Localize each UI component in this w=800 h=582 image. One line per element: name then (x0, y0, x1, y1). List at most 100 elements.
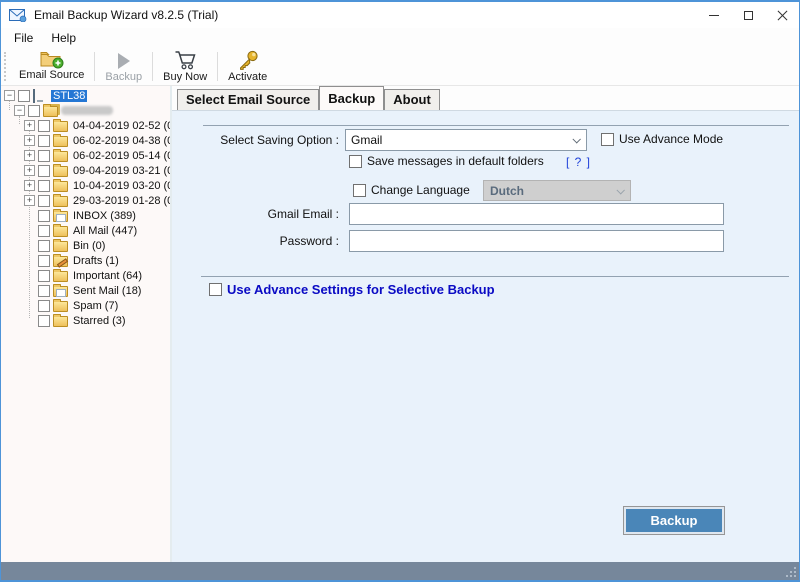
tree-checkbox[interactable] (18, 90, 30, 102)
key-icon (237, 50, 259, 70)
tree-checkbox[interactable] (38, 150, 50, 162)
expand-icon[interactable] (24, 120, 35, 131)
backup-button[interactable]: Backup (626, 509, 722, 532)
tree-item-label: 04-04-2019 02-52 (0) (71, 120, 172, 132)
tree-item-label: Important (64) (71, 270, 144, 282)
tree-item-label: 06-02-2019 04-38 (0) (71, 135, 172, 147)
tree-checkbox[interactable] (38, 165, 50, 177)
menu-file[interactable]: File (5, 29, 42, 47)
maximize-button[interactable] (731, 2, 765, 28)
folder-icon (53, 241, 68, 252)
tree-item-root[interactable]: STL38 (1, 88, 170, 103)
tab-about[interactable]: About (384, 89, 440, 110)
folder-icon (53, 316, 68, 327)
gmail-email-field[interactable] (349, 203, 724, 225)
tree-checkbox[interactable] (38, 210, 50, 222)
expand-icon[interactable] (24, 195, 35, 206)
expand-icon[interactable] (24, 180, 35, 191)
activate-button[interactable]: Activate (220, 48, 275, 85)
tree-item-date-folder[interactable]: 29-03-2019 01-28 (0) (1, 193, 170, 208)
folder-icon (53, 271, 68, 282)
content-area: Select Email Source Backup About Select … (172, 86, 799, 562)
tree-item-important[interactable]: Important (64) (1, 268, 170, 283)
save-messages-checkbox[interactable]: Save messages in default folders (349, 154, 544, 168)
language-select[interactable]: Dutch (483, 180, 631, 201)
tree-checkbox[interactable] (38, 195, 50, 207)
checkbox-box[interactable] (349, 155, 362, 168)
tree-checkbox[interactable] (38, 180, 50, 192)
maximize-icon (744, 11, 753, 20)
tree-checkbox[interactable] (28, 105, 40, 117)
tree-checkbox[interactable] (38, 315, 50, 327)
change-language-checkbox[interactable]: Change Language (353, 183, 470, 197)
tab-backup[interactable]: Backup (319, 86, 384, 110)
tree-checkbox[interactable] (38, 285, 50, 297)
checkbox-box[interactable] (353, 184, 366, 197)
resize-grip[interactable] (786, 567, 796, 577)
help-link[interactable]: [ ? ] (566, 155, 591, 169)
tree-item-inbox[interactable]: INBOX (389) (1, 208, 170, 223)
backup-toolbar-button[interactable]: Backup (97, 48, 150, 85)
tree-item-all-mail[interactable]: All Mail (447) (1, 223, 170, 238)
tree-item-date-folder[interactable]: 06-02-2019 04-38 (0) (1, 133, 170, 148)
buy-now-label: Buy Now (163, 71, 207, 83)
shopping-cart-icon (174, 50, 197, 70)
tree-item-drafts[interactable]: Drafts (1) (1, 253, 170, 268)
tree-checkbox[interactable] (38, 255, 50, 267)
folder-tree: STL38 04-04-2019 02-52 (0) 06-02-2019 04… (1, 86, 172, 562)
minimize-button[interactable] (697, 2, 731, 28)
tree-item-date-folder[interactable]: 10-04-2019 03-20 (0) (1, 178, 170, 193)
change-language-label: Change Language (371, 183, 470, 197)
tab-select-email-source[interactable]: Select Email Source (177, 89, 319, 110)
checkbox-box[interactable] (209, 283, 222, 296)
toolbar: Email Source Backup Buy Now (1, 48, 799, 86)
tree-checkbox[interactable] (38, 240, 50, 252)
blurred-account-label (61, 106, 113, 115)
close-button[interactable] (765, 2, 799, 28)
use-advance-mode-checkbox[interactable]: Use Advance Mode (601, 132, 723, 146)
tree-item-date-folder[interactable]: 09-04-2019 03-21 (0) (1, 163, 170, 178)
password-label: Password : (172, 234, 339, 248)
folder-icon (53, 121, 68, 132)
advance-settings-checkbox[interactable]: Use Advance Settings for Selective Backu… (209, 282, 495, 297)
minimize-icon (709, 15, 719, 16)
backup-tab-page: Select Saving Option : Gmail Use Advance… (172, 110, 799, 562)
tree-item-sent-mail[interactable]: Sent Mail (18) (1, 283, 170, 298)
menu-help[interactable]: Help (42, 29, 85, 47)
activate-label: Activate (228, 71, 267, 83)
tree-item-date-folder[interactable]: 04-04-2019 02-52 (0) (1, 118, 170, 133)
password-field[interactable] (349, 230, 724, 252)
buy-now-button[interactable]: Buy Now (155, 48, 215, 85)
tree-item-label: 10-04-2019 03-20 (0) (71, 180, 172, 192)
expand-icon[interactable] (24, 165, 35, 176)
tree-checkbox[interactable] (38, 135, 50, 147)
tree-checkbox[interactable] (38, 300, 50, 312)
group-separator (201, 276, 789, 277)
gmail-email-label: Gmail Email : (172, 207, 339, 221)
tree-item-label: 29-03-2019 01-28 (0) (71, 195, 172, 207)
expand-icon[interactable] (24, 150, 35, 161)
folder-icon (53, 226, 68, 237)
tree-item-label: Drafts (1) (71, 255, 121, 267)
collapse-icon[interactable] (14, 105, 25, 116)
advance-settings-label: Use Advance Settings for Selective Backu… (227, 282, 495, 297)
toolbar-grip[interactable] (4, 52, 9, 81)
folder-icon (53, 196, 68, 207)
expand-icon[interactable] (24, 135, 35, 146)
tree-checkbox[interactable] (38, 120, 50, 132)
collapse-icon[interactable] (4, 90, 15, 101)
tree-item-starred[interactable]: Starred (3) (1, 313, 170, 328)
tree-checkbox[interactable] (38, 270, 50, 282)
email-source-button[interactable]: Email Source (11, 48, 92, 85)
tree-item-account[interactable] (1, 103, 170, 118)
saving-option-select[interactable]: Gmail (345, 129, 587, 151)
tree-item-label: 06-02-2019 05-14 (0) (71, 150, 172, 162)
use-advance-mode-label: Use Advance Mode (619, 132, 723, 146)
tree-item-bin[interactable]: Bin (0) (1, 238, 170, 253)
tree-checkbox[interactable] (38, 225, 50, 237)
tree-item-date-folder[interactable]: 06-02-2019 05-14 (0) (1, 148, 170, 163)
tree-item-label: STL38 (51, 90, 87, 102)
toolbar-separator (94, 52, 95, 81)
tree-item-spam[interactable]: Spam (7) (1, 298, 170, 313)
checkbox-box[interactable] (601, 133, 614, 146)
